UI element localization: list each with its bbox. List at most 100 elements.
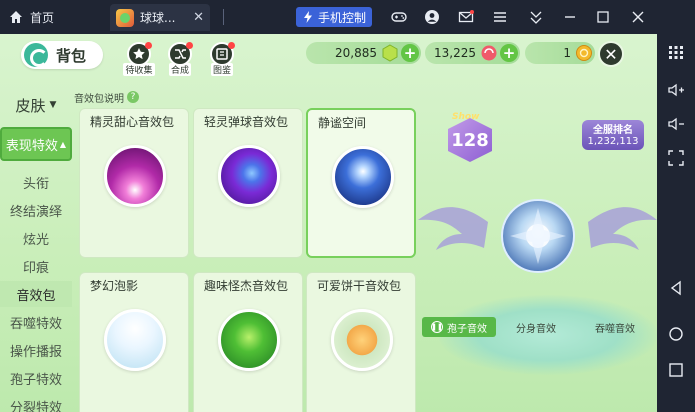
game-topbar: 背包 待收集 合成 图鉴 20,885 + 13,225 + 1 ✕ bbox=[0, 34, 657, 76]
backpack-back-button[interactable]: 背包 bbox=[21, 41, 103, 69]
sfx-tab-label: 吞噬音效 bbox=[595, 323, 635, 335]
close-icon: ✕ bbox=[604, 44, 618, 64]
sound-pack-name: 静谧空间 bbox=[318, 116, 367, 130]
nav-item[interactable]: 操作播报 bbox=[0, 337, 72, 363]
maximize-icon[interactable] bbox=[593, 7, 613, 27]
candy-icon bbox=[481, 45, 497, 61]
sound-pack-card[interactable]: 梦幻泡影 bbox=[79, 272, 189, 412]
app-tab-title: 球球... bbox=[140, 11, 176, 25]
chevron-up-icon: ▲ bbox=[59, 139, 67, 149]
catalog-icon bbox=[210, 42, 235, 66]
category-dropdown[interactable]: 皮肤 ▼ bbox=[0, 89, 72, 121]
sound-pack-ball bbox=[104, 309, 166, 371]
add-gems-button[interactable]: + bbox=[401, 44, 419, 62]
nav-item[interactable]: 头衔 bbox=[0, 169, 72, 195]
combine-icon bbox=[168, 42, 193, 66]
category-dropdown-label: 皮肤 bbox=[15, 96, 46, 115]
volume-up-icon[interactable] bbox=[666, 80, 686, 100]
level-badge: Show 128 bbox=[446, 112, 494, 164]
sound-pack-ball bbox=[331, 309, 393, 371]
sound-pack-name: 梦幻泡影 bbox=[90, 279, 139, 293]
gamepad-icon[interactable] bbox=[389, 7, 409, 27]
nav-item[interactable]: 终结演绎 bbox=[0, 197, 72, 223]
sound-pack-ball bbox=[218, 309, 280, 371]
emulator-sidebar bbox=[657, 34, 695, 412]
window-close-icon[interactable] bbox=[628, 7, 648, 27]
sfx-tab-spore[interactable]: ❚❚ 孢子音效 bbox=[422, 317, 496, 337]
green-gem-icon bbox=[382, 44, 398, 62]
sound-pack-card[interactable]: 轻灵弹球音效包 bbox=[193, 108, 303, 258]
chevron-down-icon: ▼ bbox=[49, 100, 57, 110]
nav-item[interactable]: 吞噬特效 bbox=[0, 309, 72, 335]
gold-coin-icon bbox=[576, 45, 592, 61]
sfx-tab-split[interactable]: 分身音效 bbox=[496, 317, 576, 337]
nav-item[interactable]: 孢子特效 bbox=[0, 365, 72, 391]
nav-item[interactable]: 分裂特效 bbox=[0, 393, 72, 412]
sound-pack-ball bbox=[218, 145, 280, 207]
recents-nav-icon[interactable] bbox=[666, 360, 686, 380]
home-nav-icon[interactable] bbox=[666, 324, 686, 344]
minimize-icon[interactable] bbox=[560, 7, 580, 27]
currency-value: 1 bbox=[563, 46, 571, 60]
sound-pack-ball bbox=[332, 146, 394, 208]
level-value: 128 bbox=[451, 129, 489, 151]
server-rank-badge[interactable]: 全服排名 1,232,113 bbox=[582, 120, 644, 150]
home-label: 首页 bbox=[30, 10, 55, 25]
nav-item[interactable]: 炫光 bbox=[0, 225, 72, 251]
menu-icon[interactable] bbox=[490, 7, 510, 27]
currency-candy: 13,225 + bbox=[425, 42, 520, 64]
tab-close-icon[interactable]: ✕ bbox=[193, 10, 204, 25]
sound-pack-info-label: 音效包说明 bbox=[74, 93, 124, 105]
category-active-group[interactable]: 表现特效 ▲ bbox=[0, 127, 72, 161]
keyboard-icon[interactable] bbox=[666, 42, 686, 62]
sound-pack-name: 趣味怪杰音效包 bbox=[204, 279, 289, 293]
sound-pack-card[interactable]: 可爱饼干音效包 bbox=[306, 272, 416, 412]
sound-pack-card-selected[interactable]: 静谧空间 bbox=[306, 108, 416, 258]
sound-pack-card[interactable]: 精灵甜心音效包 bbox=[79, 108, 189, 258]
collapse-icon[interactable] bbox=[526, 7, 546, 27]
sound-pack-card[interactable]: 趣味怪杰音效包 bbox=[193, 272, 303, 412]
quick-action-collect[interactable]: 待收集 bbox=[120, 42, 158, 76]
volume-down-icon[interactable] bbox=[666, 114, 686, 134]
currency-gold-coin: 1 bbox=[525, 42, 595, 64]
home-button[interactable]: 首页 bbox=[8, 6, 54, 28]
add-candy-button[interactable]: + bbox=[500, 44, 518, 62]
winged-ball-preview bbox=[418, 199, 657, 273]
sfx-tab-bar: ❚❚ 孢子音效 分身音效 吞噬音效 bbox=[422, 317, 654, 337]
nav-item[interactable]: 印痕 bbox=[0, 253, 72, 279]
game-close-button[interactable]: ✕ bbox=[598, 41, 624, 67]
sound-pack-name: 轻灵弹球音效包 bbox=[204, 115, 289, 129]
quick-action-combine[interactable]: 合成 bbox=[161, 42, 199, 76]
help-icon: ? bbox=[127, 91, 139, 103]
mail-icon[interactable] bbox=[456, 7, 476, 27]
currency-value: 20,885 bbox=[335, 46, 377, 60]
sound-pack-name: 精灵甜心音效包 bbox=[90, 115, 175, 129]
sfx-tab-label: 分身音效 bbox=[516, 323, 556, 335]
phone-control-button[interactable]: 手机控制 bbox=[296, 7, 373, 27]
titlebar-divider bbox=[223, 9, 224, 25]
quick-action-catalog[interactable]: 图鉴 bbox=[203, 42, 241, 76]
app-tab[interactable]: 球球... ✕ bbox=[110, 4, 210, 31]
sound-pack-info-button[interactable]: 音效包说明 ? bbox=[74, 89, 139, 105]
collect-icon bbox=[127, 42, 152, 66]
back-nav-icon[interactable] bbox=[666, 278, 686, 298]
sound-pack-name: 可爱饼干音效包 bbox=[317, 279, 402, 293]
server-rank-title: 全服排名 bbox=[593, 125, 633, 136]
emulator-titlebar: 首页 球球... ✕ 手机控制 bbox=[0, 0, 695, 34]
currency-green-gems: 20,885 + bbox=[306, 42, 421, 64]
category-active-label: 表现特效 bbox=[5, 138, 58, 154]
sfx-tab-devour[interactable]: 吞噬音效 bbox=[576, 317, 654, 337]
nav-item-selected[interactable]: 音效包 bbox=[0, 281, 72, 307]
fullscreen-icon[interactable] bbox=[666, 148, 686, 168]
account-icon[interactable] bbox=[422, 7, 442, 27]
game-logo-icon bbox=[24, 43, 48, 67]
pause-icon: ❚❚ bbox=[431, 321, 443, 333]
sound-pack-ball bbox=[104, 145, 166, 207]
server-rank-value: 1,232,113 bbox=[587, 136, 639, 147]
level-hexagon: 128 bbox=[448, 118, 492, 162]
lightning-icon bbox=[304, 11, 312, 23]
category-nav: 皮肤 ▼ 表现特效 ▲ 头衔 终结演绎 炫光 印痕 音效包 吞噬特效 操作播报 … bbox=[0, 89, 72, 412]
currency-value: 13,225 bbox=[434, 46, 476, 60]
game-screen: 背包 待收集 合成 图鉴 20,885 + 13,225 + 1 ✕ 皮肤 ▼ … bbox=[0, 34, 657, 412]
preview-stage: Show 128 全服排名 1,232,113 ❚❚ 孢子音效 分身音效 吞噬音… bbox=[418, 70, 657, 412]
